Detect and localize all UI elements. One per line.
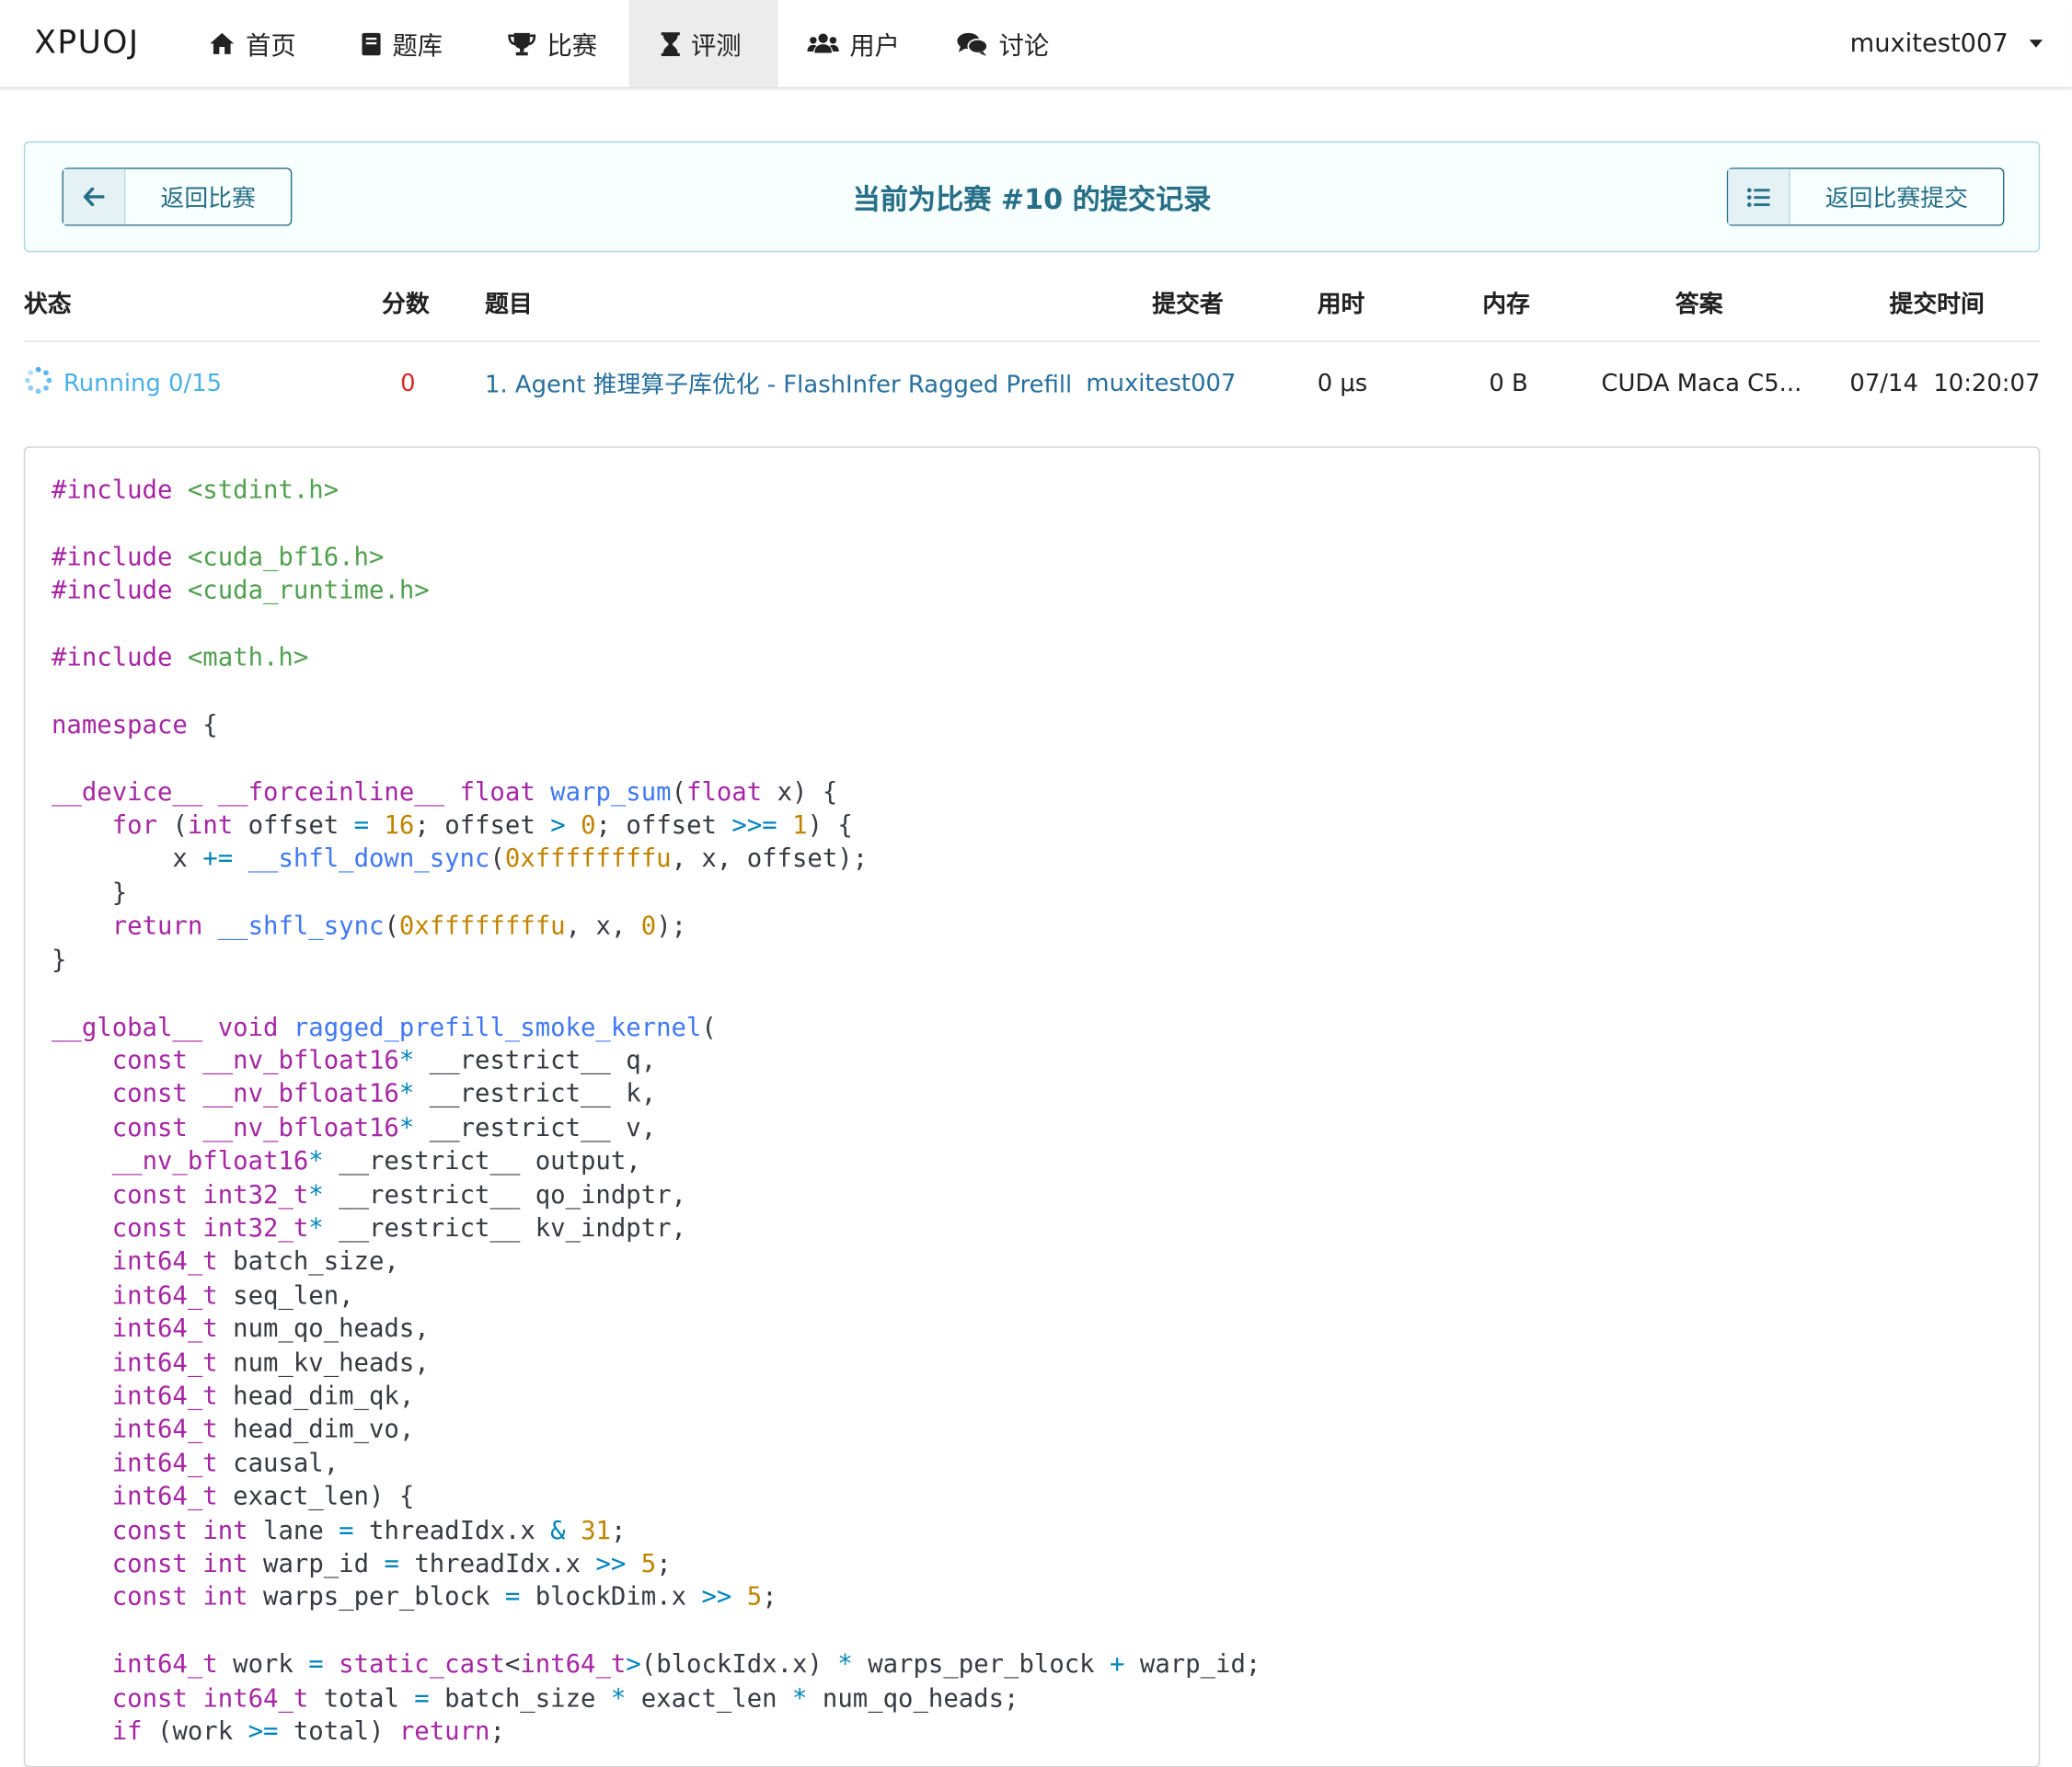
code-line: #include <cuda_bf16.h> xyxy=(52,542,385,572)
contest-banner: 返回比赛 当前为比赛 #10 的提交记录 返回比赛提交 xyxy=(23,141,2041,253)
nav-problems-label: 题库 xyxy=(392,30,443,61)
code-line: int64_t causal, xyxy=(111,1448,340,1478)
code-line: for (int offset = 16; offset > 0; offset… xyxy=(111,810,853,841)
code-line: #include <math.h> xyxy=(52,643,309,672)
hourglass-icon xyxy=(661,31,681,56)
top-navbar: XPUOJ 首页 题库 比赛 评测 用户 讨论 muxitest007 xyxy=(0,0,2072,89)
code-line: int64_t num_qo_heads, xyxy=(111,1314,430,1344)
nav-users-label: 用户 xyxy=(849,30,900,61)
code-line: return __shfl_sync(0xffffffffu, x, 0); xyxy=(111,912,687,941)
nav-home[interactable]: 首页 xyxy=(209,0,315,87)
code-line: __global__ void ragged_prefill_smoke_ker… xyxy=(52,1012,717,1042)
home-icon xyxy=(209,31,236,55)
code-line: const int64_t total = batch_size * exact… xyxy=(111,1683,1019,1713)
nav-discuss[interactable]: 讨论 xyxy=(957,0,1063,87)
code-line: int64_t batch_size, xyxy=(111,1247,399,1277)
memory-cell: 0 B xyxy=(1489,369,1528,397)
code-line: x += __shfl_down_sync(0xffffffffu, x, of… xyxy=(52,844,869,874)
nav-judge[interactable]: 评测 xyxy=(628,0,778,87)
code-line: const int32_t* __restrict__ qo_indptr, xyxy=(111,1180,687,1210)
problem-link[interactable]: 1. Agent 推理算子库优化 - FlashInfer Ragged Pre… xyxy=(485,343,1072,422)
code-line: int64_t head_dim_vo, xyxy=(111,1415,415,1445)
code-line: namespace { xyxy=(52,710,218,740)
comments-icon xyxy=(957,31,988,56)
nav-problems[interactable]: 题库 xyxy=(361,0,466,87)
code-line: const __nv_bfloat16* __restrict__ k, xyxy=(111,1079,657,1109)
code-line: const int warps_per_block = blockDim.x >… xyxy=(111,1582,777,1612)
code-line: __device__ __forceinline__ float warp_su… xyxy=(52,777,838,807)
code-line: const __nv_bfloat16* __restrict__ v, xyxy=(111,1113,657,1142)
back-to-contest-submissions-label: 返回比赛提交 xyxy=(1825,185,1968,213)
submit-time-cell: 07/14 10:20:07 xyxy=(1849,369,2041,397)
code-line: int64_t seq_len, xyxy=(111,1280,354,1311)
code-line: } xyxy=(52,945,67,975)
nav-discuss-label: 讨论 xyxy=(998,30,1050,61)
code-line: const int lane = threadIdx.x & 31; xyxy=(111,1515,627,1545)
nav-home-label: 首页 xyxy=(246,30,296,61)
header-submit-time: 提交时间 xyxy=(1889,290,1985,319)
users-icon xyxy=(807,31,839,55)
source-code: #include <stdint.h> #include <cuda_bf16.… xyxy=(52,475,1260,1750)
source-code-panel: #include <stdint.h> #include <cuda_bf16.… xyxy=(23,446,2041,1767)
username: muxitest007 xyxy=(1849,29,2009,59)
code-line: const int32_t* __restrict__ kv_indptr, xyxy=(111,1213,687,1244)
nav-contests-label: 比赛 xyxy=(547,30,598,61)
header-memory: 内存 xyxy=(1482,290,1530,319)
header-answer: 答案 xyxy=(1675,290,1723,319)
code-line: #include <stdint.h> xyxy=(52,475,340,505)
score-cell: 0 xyxy=(400,369,416,397)
code-line: int64_t num_kv_heads, xyxy=(111,1348,430,1378)
header-status: 状态 xyxy=(23,290,72,319)
code-line: int64_t work = static_cast<int64_t>(bloc… xyxy=(111,1649,1261,1680)
time-cell: 0 μs xyxy=(1317,369,1368,397)
nav-users[interactable]: 用户 xyxy=(807,0,913,87)
table-row: Running 0/15 0 1. Agent 推理算子库优化 - FlashI… xyxy=(24,343,2040,422)
dropdown-caret-icon xyxy=(2029,40,2043,48)
nav-judge-label: 评测 xyxy=(691,30,742,61)
trophy-icon xyxy=(507,31,536,56)
code-line: } xyxy=(52,878,128,908)
header-problem: 题目 xyxy=(485,290,533,319)
status-cell[interactable]: Running 0/15 xyxy=(24,343,222,422)
header-time: 用时 xyxy=(1317,290,1365,319)
code-line: __nv_bfloat16* __restrict__ output, xyxy=(111,1146,641,1176)
list-icon xyxy=(1728,168,1790,225)
user-menu[interactable]: muxitest007 xyxy=(1850,0,2043,87)
status-text: Running 0/15 xyxy=(63,369,223,397)
submission-table-header: 状态 分数 题目 提交者 用时 内存 答案 提交时间 xyxy=(23,264,2041,342)
code-line: const int warp_id = threadIdx.x >> 5; xyxy=(111,1549,672,1579)
code-line: int64_t exact_len) { xyxy=(111,1482,415,1512)
submitter-link[interactable]: muxitest007 xyxy=(1086,343,1236,422)
answer-link[interactable]: CUDA Maca C5... xyxy=(1601,343,1801,422)
header-score: 分数 xyxy=(382,290,430,319)
code-line: const __nv_bfloat16* __restrict__ q, xyxy=(111,1046,657,1075)
page: XPUOJ 首页 题库 比赛 评测 用户 讨论 muxitest007 返回比赛… xyxy=(0,0,2072,1767)
back-to-contest-submissions-button[interactable]: 返回比赛提交 xyxy=(1726,167,2005,226)
code-line: int64_t head_dim_qk, xyxy=(111,1382,415,1411)
brand-logo[interactable]: XPUOJ xyxy=(34,24,139,61)
nav-contests[interactable]: 比赛 xyxy=(507,0,613,87)
header-submitter: 提交者 xyxy=(1152,290,1224,319)
code-line: #include <cuda_runtime.h> xyxy=(52,576,430,606)
code-line: if (work >= total) return; xyxy=(111,1716,505,1747)
book-icon xyxy=(361,31,382,56)
spinner-icon xyxy=(24,365,53,401)
